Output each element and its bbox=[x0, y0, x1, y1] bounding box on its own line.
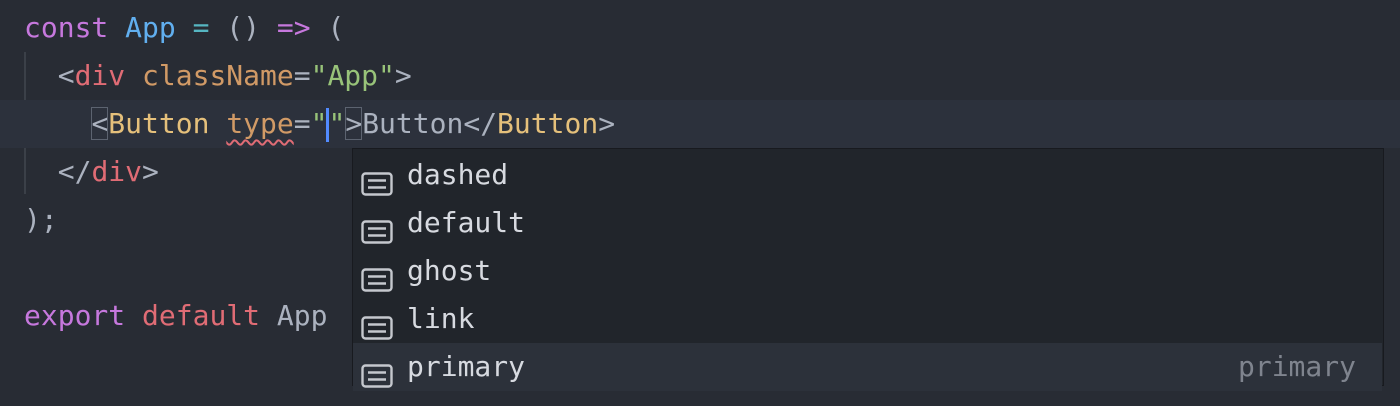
suggestion-label: default bbox=[407, 206, 526, 239]
code-token: > bbox=[394, 59, 412, 92]
suggestion-label: dashed bbox=[407, 158, 509, 191]
code-token: ); bbox=[24, 203, 58, 236]
code-token: ( bbox=[310, 11, 345, 44]
code-token: " bbox=[310, 107, 328, 140]
suggestion-item[interactable]: dashed bbox=[353, 151, 1382, 199]
code-token: div bbox=[74, 59, 126, 92]
code-line-content: ); bbox=[24, 196, 58, 244]
code-token: export bbox=[24, 299, 126, 332]
code-token: App bbox=[125, 11, 176, 44]
suggestion-item[interactable]: link bbox=[353, 295, 1382, 343]
code-token: = bbox=[293, 59, 311, 92]
code-token: () bbox=[209, 11, 277, 44]
code-token: const bbox=[24, 11, 109, 44]
code-token: < bbox=[24, 59, 75, 92]
code-line-content: <div className="App"> bbox=[24, 52, 412, 100]
enum-member-icon bbox=[361, 355, 393, 388]
code-token: = bbox=[192, 11, 210, 44]
code-line-content: <Button type="">Button</Button> bbox=[24, 100, 615, 148]
suggestion-label: primary bbox=[407, 350, 526, 383]
code-line[interactable]: <div className="App"> bbox=[0, 52, 1400, 100]
code-token: < bbox=[91, 107, 109, 140]
code-token: </ bbox=[24, 155, 92, 188]
code-token: => bbox=[276, 11, 311, 44]
code-line[interactable]: <Button type="">Button</Button> bbox=[0, 100, 1400, 148]
code-line-content: const App = () => ( bbox=[24, 4, 344, 52]
suggestion-item[interactable]: ghost bbox=[353, 247, 1382, 295]
code-token: App bbox=[260, 299, 328, 332]
suggestion-detail: primary bbox=[1237, 350, 1356, 383]
code-token: Button bbox=[497, 107, 599, 140]
code-token: "App" bbox=[310, 59, 395, 92]
code-token: = bbox=[293, 107, 311, 140]
suggestion-item[interactable]: default bbox=[353, 199, 1382, 247]
code-token: > bbox=[345, 107, 363, 140]
suggestion-label: ghost bbox=[407, 254, 492, 287]
code-token: default bbox=[142, 299, 261, 332]
suggestion-widget[interactable]: dashed default ghost link primary primary bbox=[352, 148, 1384, 391]
code-line-content: </div> bbox=[24, 148, 159, 196]
code-token: " bbox=[328, 107, 346, 140]
code-token: > bbox=[142, 155, 159, 188]
code-token: Button bbox=[108, 107, 210, 140]
enum-member-icon bbox=[361, 259, 393, 292]
code-token: Button</ bbox=[362, 107, 498, 140]
enum-member-icon bbox=[361, 211, 393, 244]
code-token: className bbox=[142, 59, 294, 92]
suggestion-item[interactable]: primary primary bbox=[353, 343, 1382, 391]
code-token: > bbox=[598, 107, 616, 140]
code-token: div bbox=[91, 155, 143, 188]
code-line-content: export default App bbox=[24, 292, 327, 340]
enum-member-icon bbox=[361, 307, 393, 340]
enum-member-icon bbox=[361, 163, 393, 196]
code-token: type bbox=[226, 107, 294, 140]
code-line[interactable]: const App = () => ( bbox=[0, 4, 1400, 52]
suggestion-label: link bbox=[407, 302, 475, 335]
